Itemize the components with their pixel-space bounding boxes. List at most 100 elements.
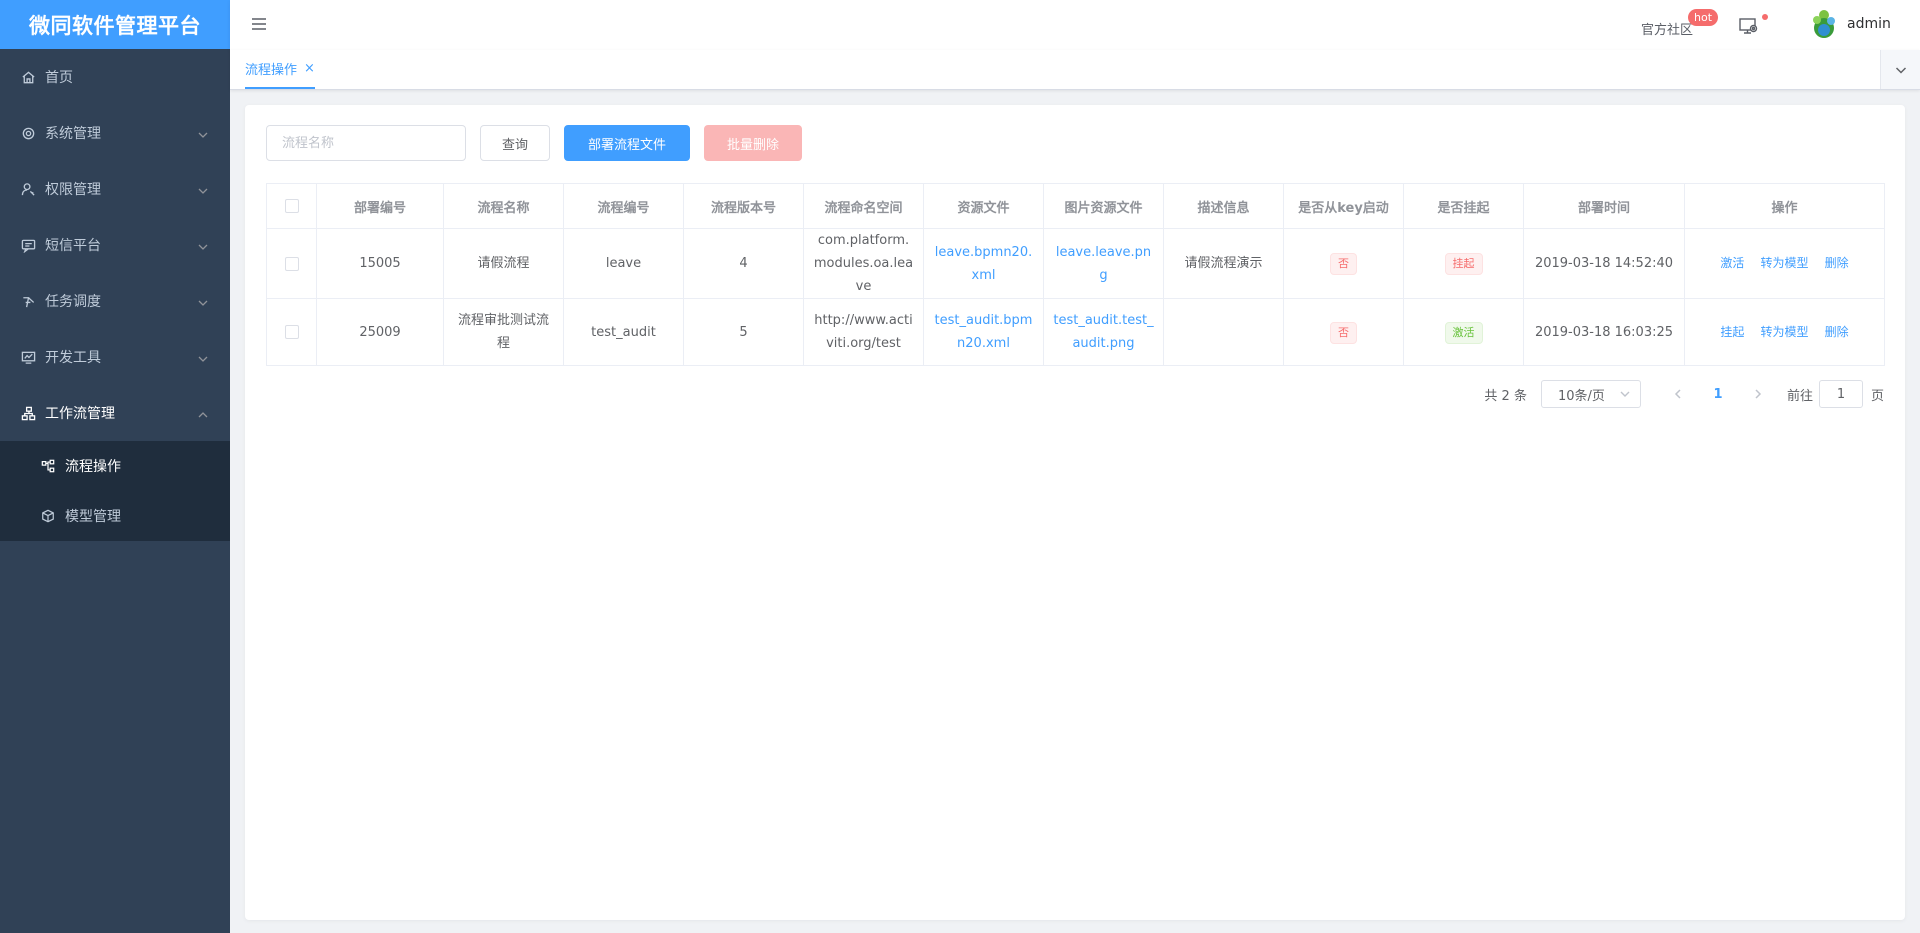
tags-dropdown-button[interactable] [1880, 50, 1920, 89]
workflow-icon [20, 405, 36, 421]
column-header: 是否挂起 [1403, 183, 1524, 229]
resource-file-cell: leave.bpmn20.xml [923, 228, 1044, 299]
suspended-badge: 挂起 [1444, 253, 1483, 275]
next-page-button[interactable] [1743, 380, 1773, 408]
deploy-time-cell: 2019-03-18 14:52:40 [1523, 228, 1685, 299]
delete-button[interactable]: 删除 [1825, 256, 1849, 270]
username[interactable]: admin [1847, 16, 1891, 32]
description-cell [1163, 298, 1284, 366]
hot-badge: hot [1688, 9, 1719, 26]
row-checkbox[interactable] [284, 325, 299, 339]
sidebar-item-label: 首页 [45, 70, 73, 86]
suspended-cell: 挂起 [1403, 228, 1524, 299]
community-link[interactable]: 官方社区 [1641, 19, 1693, 38]
sidebar-item-permission[interactable]: 权限管理 [0, 161, 230, 217]
chevron-down-icon [198, 352, 208, 362]
sidebar: 微同软件管理平台 首页 系统管理 权限管理 短信平台 任务调度 开发工具 工作流… [0, 0, 230, 933]
convert-to-model-button[interactable]: 转为模型 [1760, 256, 1808, 270]
column-header: 流程版本号 [683, 183, 804, 229]
schedule-icon [20, 293, 36, 309]
page-size-value: 10条/页 [1557, 388, 1605, 404]
page-size-select[interactable]: 10条/页 [1540, 380, 1641, 408]
process-icon [40, 458, 56, 474]
sidebar-item-label: 系统管理 [45, 126, 101, 142]
table-row: 15005 请假流程 leave 4 com.platform.modules.… [266, 228, 1885, 299]
column-header: 图片资源文件 [1043, 183, 1164, 229]
sidebar-subitem-label: 模型管理 [65, 509, 121, 525]
process-name-search-input[interactable] [266, 125, 466, 161]
namespace-cell: com.platform.modules.oa.leave [803, 228, 924, 299]
operations-cell: 激活 转为模型 删除 [1684, 228, 1885, 299]
tab-process-operation[interactable]: 流程操作 × [245, 50, 315, 89]
suspended-badge: 激活 [1444, 321, 1483, 344]
image-resource-link[interactable]: test_audit.test_audit.png [1053, 313, 1153, 351]
table-header-row: 部署编号 流程名称 流程编号 流程版本号 流程命名空间 资源文件 图片资源文件 … [266, 183, 1885, 229]
description-cell: 请假流程演示 [1163, 228, 1284, 299]
sidebar-item-devtools[interactable]: 开发工具 [0, 329, 230, 385]
sidebar-item-home[interactable]: 首页 [0, 49, 230, 105]
sidebar-item-sms[interactable]: 短信平台 [0, 217, 230, 273]
activate-button[interactable]: 激活 [1720, 256, 1744, 270]
column-header: 是否从key启动 [1283, 183, 1404, 229]
image-resource-link[interactable]: leave.leave.png [1056, 245, 1151, 283]
delete-button[interactable]: 删除 [1825, 325, 1849, 339]
message-icon [20, 237, 36, 253]
screen-settings-icon[interactable] [1738, 17, 1760, 35]
column-header: 流程编号 [563, 183, 684, 229]
convert-to-model-button[interactable]: 转为模型 [1760, 325, 1808, 339]
app-logo-title[interactable]: 微同软件管理平台 [0, 0, 230, 49]
row-select-cell [266, 228, 317, 299]
sidebar-item-schedule[interactable]: 任务调度 [0, 273, 230, 329]
column-header: 描述信息 [1163, 183, 1284, 229]
image-resource-cell: test_audit.test_audit.png [1043, 298, 1164, 366]
pagination: 共 2 条 10条/页 1 前往 页 [1484, 380, 1884, 408]
main-content-card: 查询 部署流程文件 批量删除 部署编号 流程名称 流程编号 流程版本号 流程命名… [245, 105, 1905, 920]
sidebar-item-process-operation[interactable]: 流程操作 [0, 441, 230, 491]
batch-delete-button[interactable]: 批量删除 [704, 125, 802, 161]
chevron-down-icon [198, 296, 208, 306]
chevron-down-icon [198, 240, 208, 250]
image-resource-cell: leave.leave.png [1043, 228, 1164, 299]
column-header: 资源文件 [923, 183, 1044, 229]
row-checkbox[interactable] [284, 256, 299, 271]
sidebar-item-system[interactable]: 系统管理 [0, 105, 230, 161]
sidebar-item-label: 短信平台 [45, 238, 101, 254]
deploy-id-cell: 25009 [316, 298, 444, 366]
tags-view: 流程操作 × [230, 50, 1920, 90]
sidebar-item-label: 工作流管理 [45, 406, 115, 422]
chevron-down-icon [198, 128, 208, 138]
from-key-cell: 否 [1283, 228, 1404, 299]
prev-page-button[interactable] [1663, 380, 1693, 408]
sidebar-item-workflow[interactable]: 工作流管理 [0, 385, 230, 441]
column-header: 部署编号 [316, 183, 444, 229]
process-version-cell: 5 [683, 298, 804, 366]
chevron-left-icon [1673, 389, 1683, 399]
page-suffix: 页 [1870, 388, 1884, 404]
deploy-time-cell: 2019-03-18 16:03:25 [1523, 298, 1685, 366]
resource-file-link[interactable]: test_audit.bpmn20.xml [935, 313, 1033, 351]
process-version-cell: 4 [683, 228, 804, 299]
deploy-process-file-button[interactable]: 部署流程文件 [564, 125, 690, 161]
select-all-checkbox[interactable] [284, 199, 299, 213]
suspended-cell: 激活 [1403, 298, 1524, 366]
home-icon [20, 69, 36, 85]
resource-file-link[interactable]: leave.bpmn20.xml [935, 245, 1032, 283]
sidebar-item-model-management[interactable]: 模型管理 [0, 491, 230, 541]
page-number[interactable]: 1 [1703, 380, 1733, 408]
hamburger-menu-icon[interactable] [250, 15, 270, 35]
chevron-right-icon [1753, 389, 1763, 399]
query-button[interactable]: 查询 [480, 125, 550, 161]
process-name-cell: 流程审批测试流程 [443, 298, 564, 366]
page-jump: 前往 页 [1787, 380, 1884, 408]
close-icon[interactable]: × [304, 61, 315, 76]
goto-page-input[interactable] [1818, 380, 1863, 408]
suspend-button[interactable]: 挂起 [1720, 325, 1744, 339]
workflow-submenu: 流程操作 模型管理 [0, 441, 230, 541]
process-key-cell: leave [563, 228, 684, 299]
column-header: 流程名称 [443, 183, 564, 229]
chevron-up-icon [198, 408, 208, 418]
avatar[interactable] [1808, 8, 1840, 40]
process-table: 部署编号 流程名称 流程编号 流程版本号 流程命名空间 资源文件 图片资源文件 … [266, 183, 1885, 366]
column-header: 操作 [1684, 183, 1885, 229]
resource-file-cell: test_audit.bpmn20.xml [923, 298, 1044, 366]
